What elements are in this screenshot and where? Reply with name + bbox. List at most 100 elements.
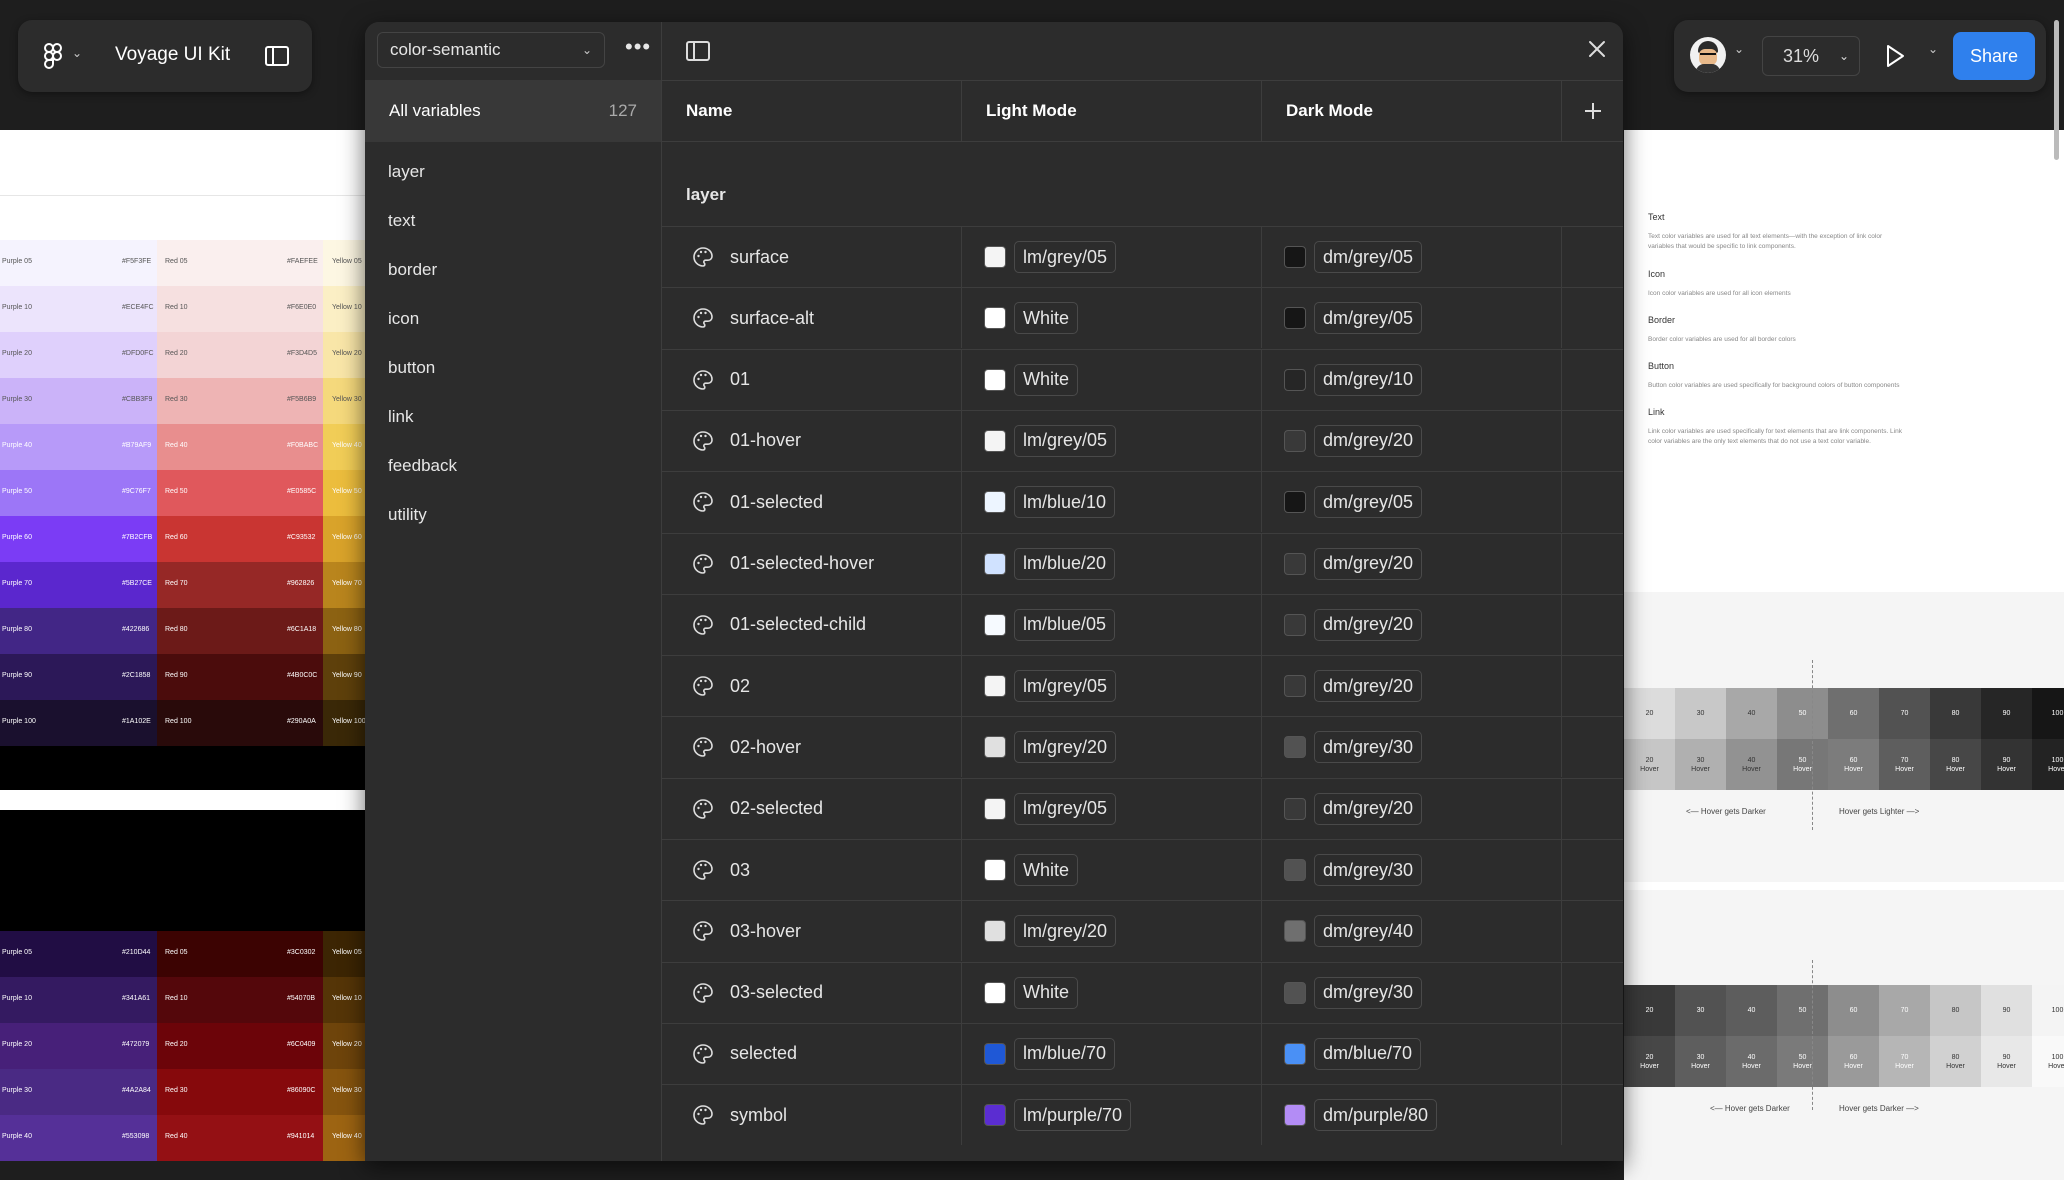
dark-mode-alias[interactable]: dm/grey/40 (1284, 915, 1423, 948)
light-mode-value-cell[interactable]: lm/blue/70 (962, 1023, 1262, 1084)
dark-mode-value-cell[interactable]: dm/grey/10 (1262, 349, 1562, 410)
variable-name-cell[interactable]: 02-selected (662, 778, 962, 839)
light-mode-value-cell[interactable]: White (962, 962, 1262, 1023)
light-mode-value-cell[interactable]: White (962, 349, 1262, 410)
dark-mode-value-cell[interactable]: dm/grey/20 (1262, 594, 1562, 655)
canvas-scrollbar[interactable] (2054, 20, 2059, 160)
variable-row[interactable]: 01-selected-child lm/blue/05 dm/grey/20 (662, 593, 1623, 655)
file-title[interactable]: Voyage UI Kit (115, 44, 230, 66)
dark-mode-value-cell[interactable]: dm/grey/05 (1262, 472, 1562, 533)
dark-mode-alias[interactable]: dm/grey/30 (1284, 854, 1423, 886)
dark-mode-value-cell[interactable]: dm/grey/40 (1262, 901, 1562, 962)
dark-mode-value-cell[interactable]: dm/grey/30 (1262, 840, 1562, 900)
group-item-feedback[interactable]: feedback (388, 456, 457, 476)
light-mode-alias[interactable]: lm/purple/70 (984, 1099, 1132, 1132)
variable-name-cell[interactable]: selected (662, 1023, 962, 1084)
light-mode-value-cell[interactable]: lm/grey/05 (962, 778, 1262, 839)
variable-row[interactable]: 01-hover lm/grey/05 dm/grey/20 (662, 409, 1623, 471)
variable-name-cell[interactable]: 01-selected-child (662, 594, 962, 655)
variable-row[interactable]: 03-hover lm/grey/20 dm/grey/40 (662, 900, 1623, 962)
light-mode-alias[interactable]: lm/grey/05 (984, 792, 1117, 825)
collection-select[interactable]: color-semantic ⌄ (377, 32, 605, 68)
dark-mode-value-cell[interactable]: dm/grey/20 (1262, 410, 1562, 471)
chevron-down-icon[interactable]: ⌄ (72, 46, 82, 60)
variable-name-cell[interactable]: 01 (662, 349, 962, 410)
variable-row[interactable]: symbol lm/purple/70 dm/purple/80 (662, 1084, 1623, 1146)
group-item-text[interactable]: text (388, 211, 415, 231)
variable-row[interactable]: selected lm/blue/70 dm/blue/70 (662, 1022, 1623, 1084)
dark-mode-value-cell[interactable]: dm/grey/05 (1262, 227, 1562, 287)
variable-name-cell[interactable]: 03-hover (662, 901, 962, 962)
variable-row[interactable]: surface-alt White dm/grey/05 (662, 287, 1623, 349)
light-mode-alias[interactable]: White (984, 854, 1079, 886)
column-header-light-mode[interactable]: Light Mode (962, 80, 1262, 142)
variable-name-cell[interactable]: 01-hover (662, 410, 962, 471)
light-mode-alias[interactable]: White (984, 363, 1079, 396)
variable-row[interactable]: 01 White dm/grey/10 (662, 348, 1623, 410)
dark-mode-value-cell[interactable]: dm/purple/80 (1262, 1085, 1562, 1146)
variable-row[interactable]: 02-hover lm/grey/20 dm/grey/30 (662, 716, 1623, 778)
figma-menu-icon[interactable] (42, 42, 64, 75)
dark-mode-alias[interactable]: dm/grey/30 (1284, 976, 1423, 1009)
close-icon[interactable] (1586, 38, 1608, 65)
share-button[interactable]: Share (1953, 32, 2035, 80)
dark-mode-value-cell[interactable]: dm/grey/20 (1262, 533, 1562, 594)
zoom-select[interactable]: 31% ⌄ (1762, 36, 1860, 76)
light-mode-value-cell[interactable]: lm/purple/70 (962, 1085, 1262, 1146)
group-item-utility[interactable]: utility (388, 505, 427, 525)
light-mode-value-cell[interactable]: lm/grey/20 (962, 717, 1262, 778)
dark-mode-alias[interactable]: dm/blue/70 (1284, 1037, 1422, 1070)
variable-row[interactable]: 03-selected White dm/grey/30 (662, 961, 1623, 1023)
light-mode-value-cell[interactable]: lm/grey/05 (962, 656, 1262, 717)
dark-mode-alias[interactable]: dm/grey/30 (1284, 731, 1423, 764)
variable-name-cell[interactable]: symbol (662, 1085, 962, 1146)
group-item-border[interactable]: border (388, 260, 437, 280)
chevron-down-icon[interactable]: ⌄ (1928, 42, 1938, 56)
dark-mode-value-cell[interactable]: dm/grey/20 (1262, 778, 1562, 839)
light-mode-value-cell[interactable]: lm/grey/20 (962, 901, 1262, 962)
variable-row[interactable]: 02 lm/grey/05 dm/grey/20 (662, 655, 1623, 717)
dark-mode-value-cell[interactable]: dm/grey/20 (1262, 656, 1562, 717)
dark-mode-alias[interactable]: dm/purple/80 (1284, 1099, 1438, 1132)
light-mode-value-cell[interactable]: White (962, 840, 1262, 900)
panel-toggle-icon[interactable] (686, 41, 710, 66)
variable-row[interactable]: 01-selected lm/blue/10 dm/grey/05 (662, 471, 1623, 533)
variable-row[interactable]: 03 White dm/grey/30 (662, 839, 1623, 900)
dark-mode-alias[interactable]: dm/grey/10 (1284, 363, 1423, 396)
column-header-dark-mode[interactable]: Dark Mode (1262, 80, 1562, 142)
light-mode-value-cell[interactable]: lm/blue/10 (962, 472, 1262, 533)
sidebar-toggle-icon[interactable] (265, 46, 289, 71)
light-mode-alias[interactable]: lm/grey/20 (984, 731, 1117, 764)
variable-name-cell[interactable]: 01-selected-hover (662, 533, 962, 594)
variable-name-cell[interactable]: 02-hover (662, 717, 962, 778)
dark-mode-alias[interactable]: dm/grey/05 (1284, 302, 1423, 335)
group-item-button[interactable]: button (388, 358, 435, 378)
variable-row[interactable]: 02-selected lm/grey/05 dm/grey/20 (662, 777, 1623, 839)
variable-row[interactable]: surface lm/grey/05 dm/grey/05 (662, 226, 1623, 287)
light-mode-alias[interactable]: lm/grey/05 (984, 670, 1117, 703)
more-options-icon[interactable]: ••• (625, 36, 651, 58)
variable-name-cell[interactable]: surface (662, 227, 962, 287)
dark-mode-value-cell[interactable]: dm/grey/05 (1262, 288, 1562, 349)
light-mode-value-cell[interactable]: lm/grey/05 (962, 227, 1262, 287)
light-mode-alias[interactable]: lm/grey/05 (984, 241, 1117, 273)
light-mode-alias[interactable]: lm/grey/05 (984, 424, 1117, 457)
avatar[interactable] (1690, 37, 1726, 73)
chevron-down-icon[interactable]: ⌄ (1734, 42, 1744, 56)
dark-mode-alias[interactable]: dm/grey/20 (1284, 424, 1423, 457)
dark-mode-alias[interactable]: dm/grey/20 (1284, 608, 1423, 641)
light-mode-alias[interactable]: White (984, 302, 1079, 335)
dark-mode-alias[interactable]: dm/grey/20 (1284, 547, 1423, 580)
all-variables-item[interactable]: All variables 127 (365, 80, 661, 142)
dark-mode-alias[interactable]: dm/grey/20 (1284, 670, 1423, 703)
light-mode-alias[interactable]: lm/grey/20 (984, 915, 1117, 948)
variable-name-cell[interactable]: surface-alt (662, 288, 962, 349)
column-header-name[interactable]: Name (662, 80, 962, 142)
dark-mode-alias[interactable]: dm/grey/20 (1284, 792, 1423, 825)
dark-mode-alias[interactable]: dm/grey/05 (1284, 241, 1423, 273)
light-mode-alias[interactable]: lm/blue/20 (984, 547, 1116, 580)
light-mode-alias[interactable]: lm/blue/10 (984, 486, 1116, 519)
light-mode-value-cell[interactable]: lm/blue/20 (962, 533, 1262, 594)
dark-mode-alias[interactable]: dm/grey/05 (1284, 486, 1423, 519)
group-item-link[interactable]: link (388, 407, 414, 427)
